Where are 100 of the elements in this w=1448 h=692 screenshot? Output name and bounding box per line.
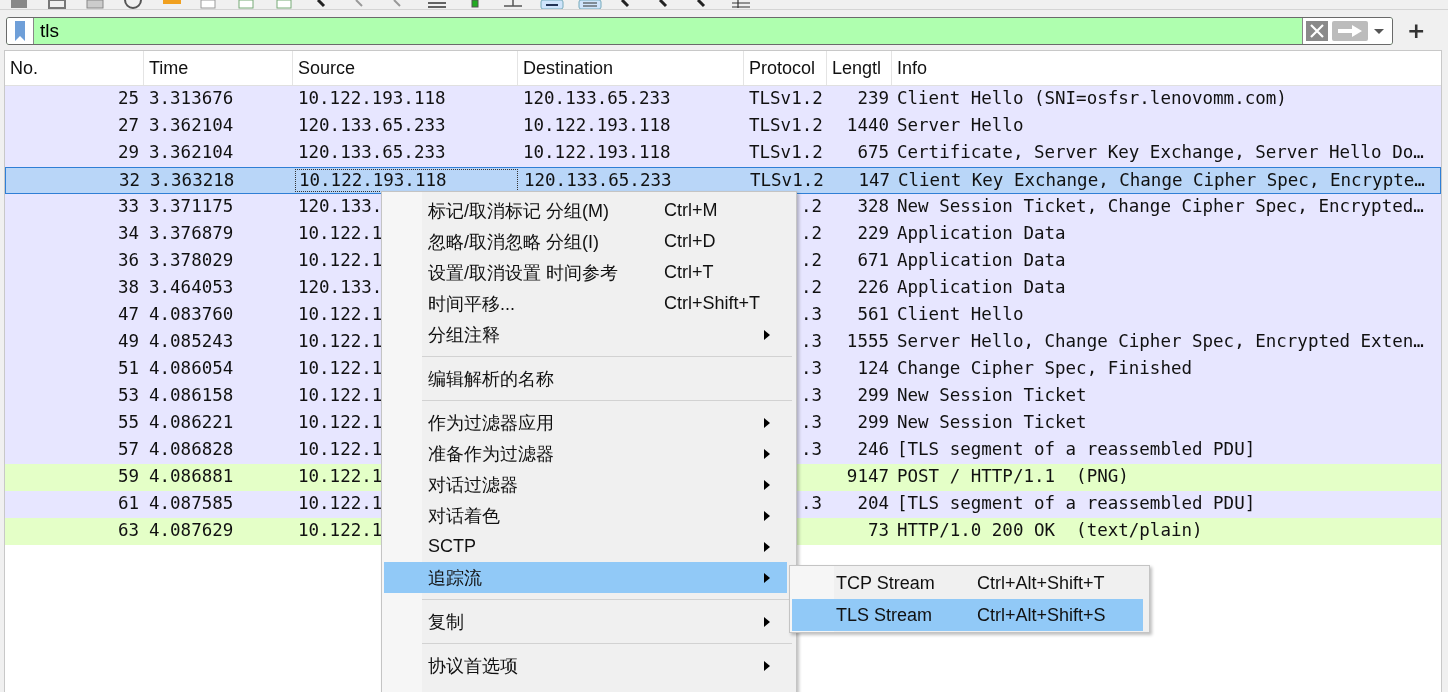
table-cell: 204 xyxy=(857,493,889,513)
table-cell: 34 xyxy=(117,223,139,243)
table-cell: 4.086054 xyxy=(149,358,234,378)
table-cell: 4.087629 xyxy=(149,520,234,540)
table-cell: POST / HTTP/1.1 (PNG) xyxy=(897,466,1129,486)
table-cell: 10.122.1 xyxy=(298,493,383,513)
table-cell: 3.464053 xyxy=(149,277,234,297)
table-cell: 4.087585 xyxy=(149,493,234,513)
table-cell: .3 xyxy=(800,412,822,432)
table-cell: Client Hello xyxy=(897,304,1024,324)
table-cell: Change Cipher Spec, Finished xyxy=(897,358,1192,378)
table-cell: 10.122.1 xyxy=(298,520,383,540)
table-cell: Application Data xyxy=(897,250,1066,270)
table-cell: Client Hello (SNI=osfsr.lenovomm.com) xyxy=(897,88,1287,108)
table-cell: 4.086828 xyxy=(149,439,234,459)
table-cell: .3 xyxy=(800,385,822,405)
table-cell: 10.122.1 xyxy=(298,385,383,405)
table-cell: 73 xyxy=(867,520,889,540)
table-cell: HTTP/1.0 200 OK (text/plain) xyxy=(897,520,1203,540)
table-cell: TLSv1.2 xyxy=(749,88,823,108)
table-cell: .2 xyxy=(800,196,822,216)
table-cell: Client Key Exchange, Change Cipher Spec, Encrypte… xyxy=(898,170,1425,190)
table-cell: 3.313676 xyxy=(149,88,234,108)
table-cell: 124 xyxy=(857,358,889,378)
table-cell: 32 xyxy=(118,170,140,190)
table-cell: 4.086881 xyxy=(149,466,234,486)
table-cell: 4.083760 xyxy=(149,304,234,324)
table-cell: TLSv1.2 xyxy=(749,115,823,135)
table-cell: 147 xyxy=(858,170,890,190)
table-cell: 59 xyxy=(117,466,139,486)
table-cell: New Session Ticket xyxy=(897,385,1087,405)
table-cell: Application Data xyxy=(897,277,1066,297)
table-cell: .2 xyxy=(800,277,822,297)
table-cell: 10.122.1 xyxy=(298,358,383,378)
table-cell: 229 xyxy=(857,223,889,243)
table-cell: .3 xyxy=(800,493,822,513)
table-cell: 10.122.1 xyxy=(298,304,383,324)
table-cell: 239 xyxy=(857,88,889,108)
table-cell: 4.086221 xyxy=(149,412,234,432)
table-cell: 4.085243 xyxy=(149,331,234,351)
table-cell: 120.133.65.233 xyxy=(523,88,671,108)
table-cell: .3 xyxy=(800,439,822,459)
table-cell: 226 xyxy=(857,277,889,297)
table-cell: 47 xyxy=(117,304,139,324)
table-cell: TLSv1.2 xyxy=(749,142,823,162)
filter-text: tls xyxy=(40,20,59,41)
table-cell: 61 xyxy=(117,493,139,513)
table-cell: 10.122.1 xyxy=(298,250,383,270)
table-cell: 10.122.1 xyxy=(298,412,383,432)
table-cell: New Session Ticket xyxy=(897,412,1087,432)
table-cell: 120.133.65.233 xyxy=(298,115,446,135)
table-cell: .3 xyxy=(800,331,822,351)
table-cell: .3 xyxy=(800,304,822,324)
table-cell: 10.122.1 xyxy=(298,439,383,459)
table-cell: Application Data xyxy=(897,223,1066,243)
table-cell: 4.086158 xyxy=(149,385,234,405)
table-cell: [TLS segment of a reassembled PDU] xyxy=(897,493,1256,513)
table-cell: 3.378029 xyxy=(149,250,234,270)
table-cell: .2 xyxy=(800,223,822,243)
table-cell: 36 xyxy=(117,250,139,270)
table-cell: 299 xyxy=(857,412,889,432)
table-cell: 51 xyxy=(117,358,139,378)
table-cell: 10.122.1 xyxy=(298,223,383,243)
table-cell: 63 xyxy=(117,520,139,540)
table-cell: 3.362104 xyxy=(149,142,234,162)
table-cell: 10.122.193.118 xyxy=(298,88,446,108)
table-cell: 3.362104 xyxy=(149,115,234,135)
table-cell: 120.133.65.233 xyxy=(524,170,672,190)
table-cell: 29 xyxy=(117,142,139,162)
table-cell: 3.376879 xyxy=(149,223,234,243)
table-cell: .3 xyxy=(800,358,822,378)
table-cell: 246 xyxy=(857,439,889,459)
table-cell: 120.133. xyxy=(298,277,383,297)
table-cell: 10.122.193.118 xyxy=(523,142,671,162)
table-cell: 10.122.193.118 xyxy=(299,170,447,190)
table-cell: 25 xyxy=(117,88,139,108)
table-cell: .2 xyxy=(800,250,822,270)
table-cell: New Session Ticket, Change Cipher Spec, Encrypted… xyxy=(897,196,1424,216)
table-cell: 33 xyxy=(117,196,139,216)
table-cell: 3.363218 xyxy=(150,170,235,190)
table-cell: 57 xyxy=(117,439,139,459)
table-cell: 1440 xyxy=(846,115,889,135)
table-cell: 120.133. xyxy=(298,196,383,216)
table-cell: 27 xyxy=(117,115,139,135)
table-cell: TLSv1.2 xyxy=(750,170,824,190)
table-cell: 1555 xyxy=(846,331,889,351)
table-cell: 10.122.1 xyxy=(298,331,383,351)
table-cell: 299 xyxy=(857,385,889,405)
table-cell: 49 xyxy=(117,331,139,351)
table-cell: 38 xyxy=(117,277,139,297)
table-cell: Certificate, Server Key Exchange, Server Hello Do… xyxy=(897,142,1424,162)
table-cell: 328 xyxy=(857,196,889,216)
table-cell: [TLS segment of a reassembled PDU] xyxy=(897,439,1256,459)
table-cell: 9147 xyxy=(846,466,889,486)
table-cell: 10.122.193.118 xyxy=(523,115,671,135)
table-cell: 10.122.1 xyxy=(298,466,383,486)
table-cell: Server Hello xyxy=(897,115,1024,135)
table-cell: 671 xyxy=(857,250,889,270)
table-cell: 55 xyxy=(117,412,139,432)
table-cell: 53 xyxy=(117,385,139,405)
